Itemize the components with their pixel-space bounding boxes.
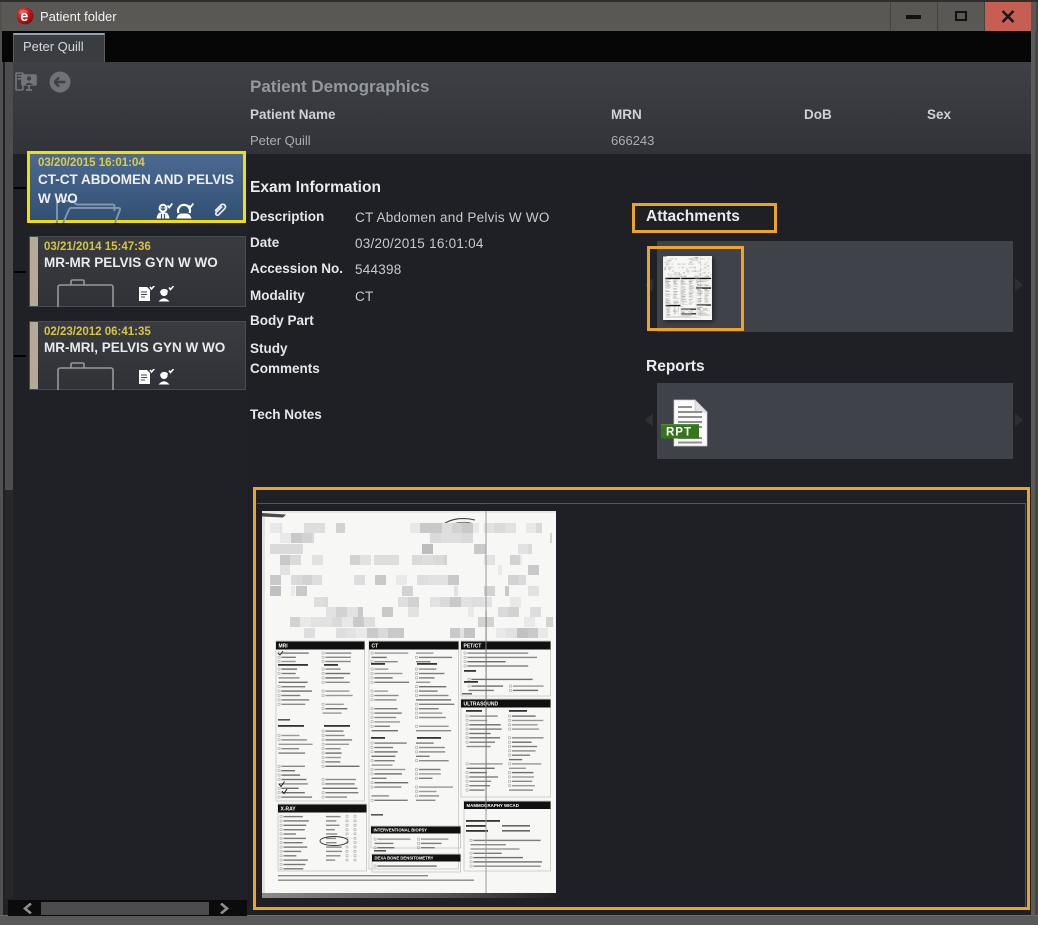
svg-text:RPT: RPT [666, 427, 692, 439]
svg-text:e: e [20, 9, 28, 25]
